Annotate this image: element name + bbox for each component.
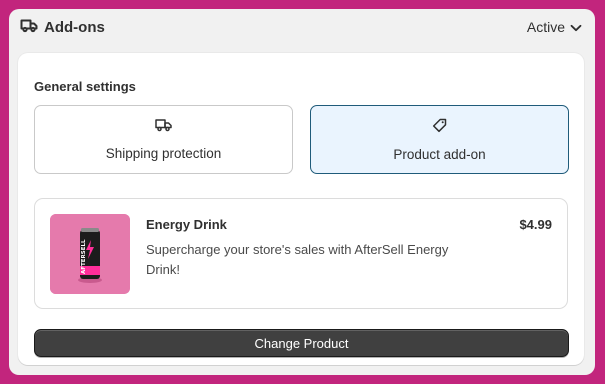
option-label: Shipping protection xyxy=(105,146,222,161)
truck-icon xyxy=(155,118,172,137)
product-card: AFTERSELL Energy Drink $4.99 Supercharge… xyxy=(34,198,568,309)
option-label: Product add-on xyxy=(393,146,486,162)
status-dropdown[interactable]: Active xyxy=(527,19,582,35)
panel-header: Add-ons Active xyxy=(9,9,595,45)
tag-icon xyxy=(432,118,447,138)
section-title: General settings xyxy=(34,79,136,94)
status-label: Active xyxy=(526,19,565,35)
option-shipping-protection[interactable]: Shipping protection xyxy=(34,105,293,174)
chevron-down-icon xyxy=(570,19,582,35)
product-description: Supercharge your store's sales with Afte… xyxy=(146,242,449,277)
truck-icon xyxy=(20,17,38,38)
change-product-button[interactable]: Change Product xyxy=(34,329,569,357)
product-name: Energy Drink xyxy=(146,217,227,232)
panel-title: Add-ons xyxy=(44,18,105,36)
header-left: Add-ons xyxy=(20,17,105,38)
option-product-add-on[interactable]: Product add-on xyxy=(310,105,569,174)
add-ons-panel: Add-ons Active General settings Shipping… xyxy=(9,9,595,375)
svg-text:AFTERSELL: AFTERSELL xyxy=(81,239,87,274)
product-price: $4.99 xyxy=(519,217,552,232)
product-image: AFTERSELL xyxy=(50,214,130,294)
general-settings-card: General settings Shipping protection Pro… xyxy=(18,53,584,365)
